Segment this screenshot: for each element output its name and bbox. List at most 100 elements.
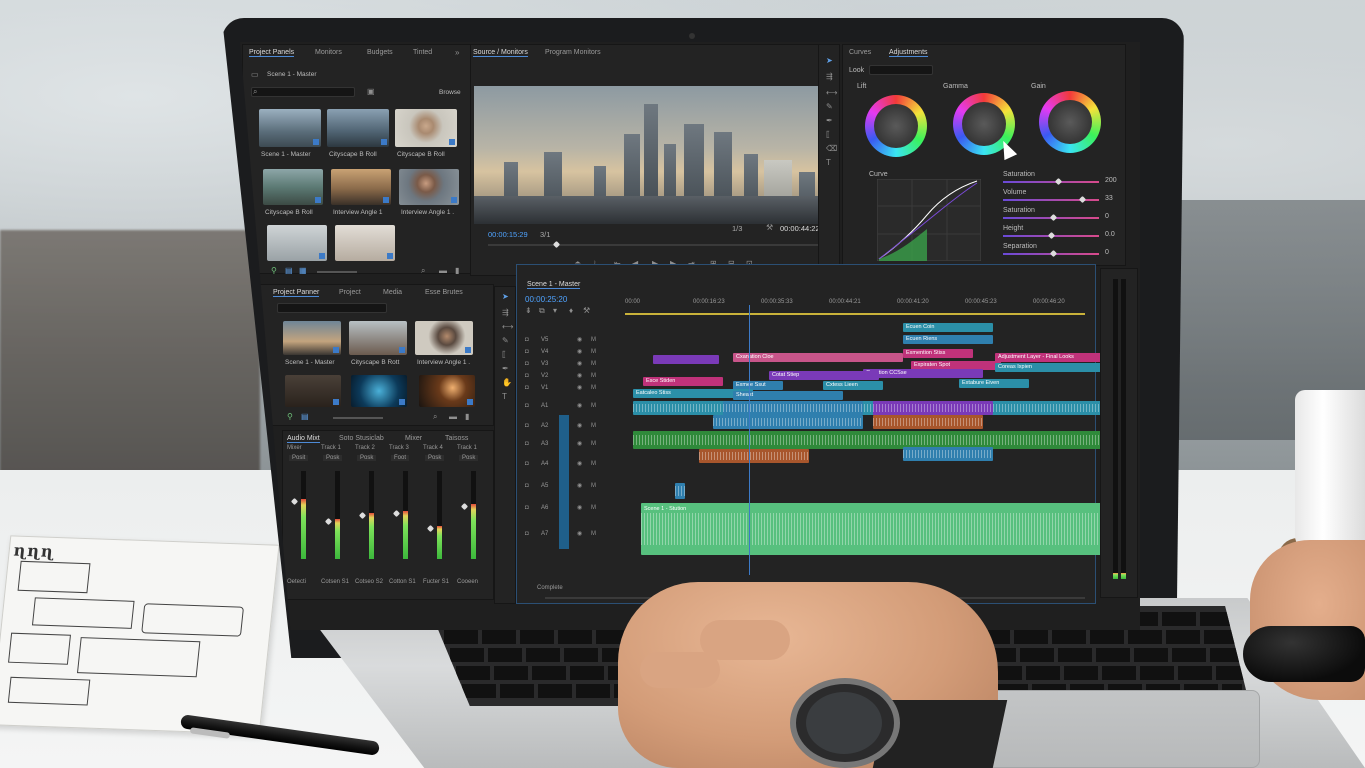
slider-knob[interactable] xyxy=(1049,213,1058,222)
tab-sequence[interactable]: Scene 1 - Master xyxy=(527,281,581,289)
mixer-channel-mode[interactable]: Posk xyxy=(425,455,445,461)
toggle-output-icon[interactable]: ◉ xyxy=(577,349,582,355)
toggle-output-icon[interactable]: ◉ xyxy=(577,461,582,467)
track-select-icon[interactable]: ⇶ xyxy=(826,73,833,81)
media-thumbnail[interactable] xyxy=(263,169,323,205)
delete-icon[interactable]: ▮ xyxy=(465,413,469,421)
list-view-icon[interactable]: ⚲ xyxy=(271,267,277,275)
video-clip[interactable]: Esce Stiden xyxy=(643,377,723,386)
hand-tool-icon[interactable]: ✋ xyxy=(502,379,512,387)
mute-icon[interactable]: M xyxy=(591,441,596,447)
mute-icon[interactable]: M xyxy=(591,403,596,409)
slider-knob[interactable] xyxy=(1078,195,1087,204)
tab-source-monitors[interactable]: Source / Monitors xyxy=(473,49,528,57)
mixer-channel-mode[interactable]: Posk xyxy=(459,455,479,461)
lock-icon[interactable]: ◘ xyxy=(525,385,529,391)
icon-view-icon[interactable]: ▤ xyxy=(285,267,293,275)
pen-tool-icon[interactable]: ✒ xyxy=(826,117,833,125)
lock-icon[interactable]: ◘ xyxy=(525,337,529,343)
find-icon[interactable]: ⌕ xyxy=(433,413,437,421)
find-icon[interactable]: ⌕ xyxy=(421,267,425,275)
audio-clip[interactable] xyxy=(633,431,1103,449)
delete-icon[interactable]: ▮ xyxy=(455,267,459,275)
video-clip[interactable]: Cxtess Lieen xyxy=(823,381,883,390)
video-clip[interactable]: Ceastion CCSse xyxy=(863,369,983,378)
tab-project[interactable]: Project xyxy=(339,289,361,296)
selection-tool-icon[interactable]: ➤ xyxy=(502,293,509,301)
media-thumbnail[interactable] xyxy=(399,169,459,205)
rgb-curve-graph[interactable] xyxy=(877,179,981,261)
toggle-output-icon[interactable]: ◉ xyxy=(577,505,582,511)
tab-mixer[interactable]: Mixer xyxy=(405,435,422,442)
project-search-input[interactable] xyxy=(251,87,355,97)
media-thumbnail[interactable] xyxy=(395,109,457,147)
zoom-slider[interactable] xyxy=(317,271,357,273)
lock-icon[interactable]: ◘ xyxy=(525,531,529,537)
mute-icon[interactable]: M xyxy=(591,349,596,355)
list-view-icon[interactable]: ⚲ xyxy=(287,413,293,421)
tab-audio-mixer[interactable]: Audio Mixt xyxy=(287,435,320,443)
selection-tool-icon[interactable]: ➤ xyxy=(826,57,833,65)
tab-monitors[interactable]: Monitors xyxy=(315,49,342,56)
mute-icon[interactable]: M xyxy=(591,483,596,489)
media-thumbnail[interactable] xyxy=(267,225,327,261)
mute-icon[interactable]: M xyxy=(591,531,596,537)
lock-icon[interactable]: ◘ xyxy=(525,461,529,467)
computer-mouse[interactable] xyxy=(1243,626,1365,682)
channel-fader[interactable] xyxy=(290,497,299,506)
project-search-input[interactable] xyxy=(277,303,387,313)
pen-tool-icon[interactable]: ✒ xyxy=(502,365,509,373)
mute-icon[interactable]: M xyxy=(591,373,596,379)
panel-menu-icon[interactable]: » xyxy=(455,49,459,57)
marker-icon[interactable]: ♦ xyxy=(569,307,573,315)
audio-clip[interactable] xyxy=(723,401,863,415)
mixer-channel-mode[interactable]: Posk xyxy=(357,455,377,461)
media-thumbnail[interactable] xyxy=(331,169,391,205)
tab-budgets[interactable]: Budgets xyxy=(367,49,393,56)
video-clip[interactable]: Extabure Eiven xyxy=(959,379,1029,388)
toggle-output-icon[interactable]: ◉ xyxy=(577,531,582,537)
video-clip[interactable]: Ecuen Riens xyxy=(903,335,993,344)
toggle-output-icon[interactable]: ◉ xyxy=(577,385,582,391)
slider-knob[interactable] xyxy=(1049,249,1058,258)
audio-clip[interactable] xyxy=(713,415,863,429)
lift-color-wheel[interactable] xyxy=(865,95,927,157)
toggle-output-icon[interactable]: ◉ xyxy=(577,373,582,379)
toggle-output-icon[interactable]: ◉ xyxy=(577,441,582,447)
channel-fader[interactable] xyxy=(324,517,333,526)
razor-tool-icon[interactable]: ✎ xyxy=(502,337,509,345)
look-select[interactable] xyxy=(869,65,933,75)
lock-icon[interactable]: ◘ xyxy=(525,403,529,409)
video-clip[interactable]: Exmention Stiss xyxy=(903,349,973,358)
browse-label[interactable]: Browse xyxy=(439,89,461,96)
slider-knob[interactable] xyxy=(1047,231,1056,240)
razor-tool-icon[interactable]: ✎ xyxy=(826,103,833,111)
mute-icon[interactable]: M xyxy=(591,361,596,367)
media-thumbnail[interactable] xyxy=(285,375,341,407)
timeline-timecode[interactable]: 00:00:25:20 xyxy=(525,295,567,304)
wrench-icon[interactable]: ⚒ xyxy=(583,307,590,315)
track-target-bar[interactable] xyxy=(559,415,569,549)
audio-clip[interactable] xyxy=(641,503,1101,555)
toggle-output-icon[interactable]: ◉ xyxy=(577,483,582,489)
adjustment-slider[interactable] xyxy=(1003,181,1099,183)
video-clip[interactable] xyxy=(653,355,719,364)
media-thumbnail[interactable] xyxy=(259,109,321,147)
tab-project-panels[interactable]: Project Panels xyxy=(249,49,295,57)
monitor-scrubber[interactable] xyxy=(488,244,826,246)
track-select-icon[interactable]: ⇶ xyxy=(502,309,509,317)
audio-clip[interactable] xyxy=(873,415,983,429)
type-tool-icon[interactable]: T xyxy=(826,159,831,167)
media-thumbnail[interactable] xyxy=(335,225,395,261)
lock-icon[interactable]: ◘ xyxy=(525,361,529,367)
tab-taisoss[interactable]: Taisoss xyxy=(445,435,468,442)
audio-clip[interactable] xyxy=(903,447,993,461)
toggle-output-icon[interactable]: ◉ xyxy=(577,361,582,367)
tab-tinted[interactable]: Tinted xyxy=(413,49,432,56)
mute-icon[interactable]: M xyxy=(591,505,596,511)
audio-clip[interactable] xyxy=(699,449,809,463)
tab-media[interactable]: Media xyxy=(383,289,402,296)
toggle-output-icon[interactable]: ◉ xyxy=(577,423,582,429)
video-clip[interactable]: Ecuen Coin xyxy=(903,323,993,332)
mute-icon[interactable]: M xyxy=(591,337,596,343)
